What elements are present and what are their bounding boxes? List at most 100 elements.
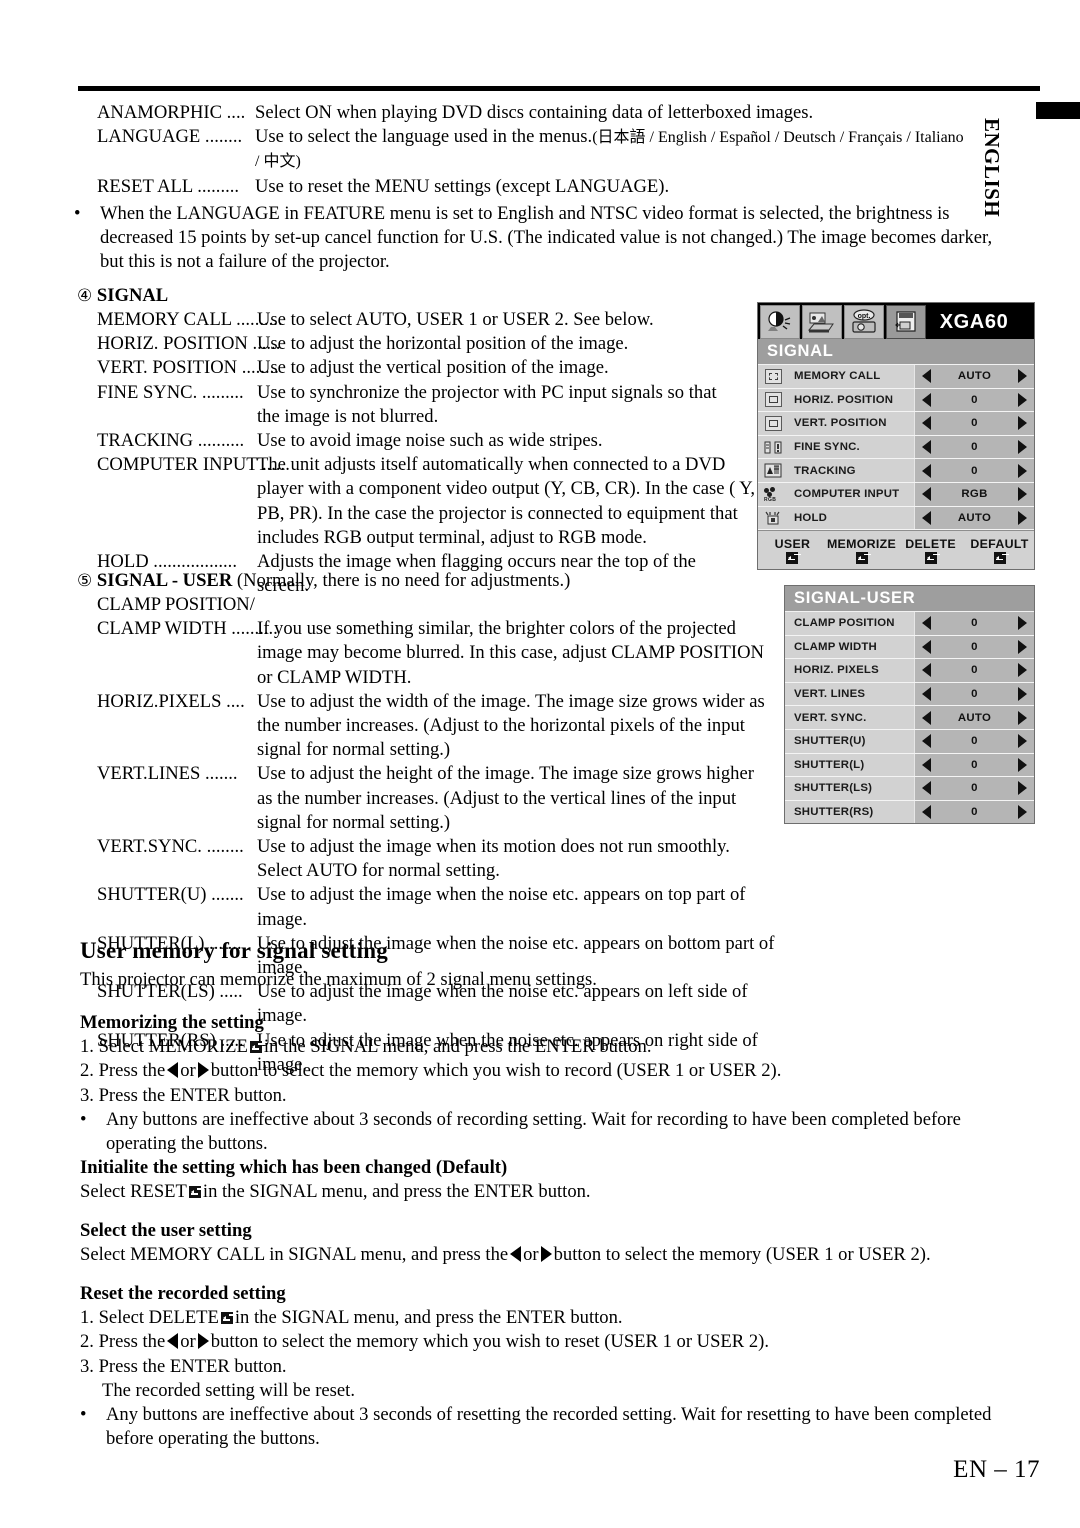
memorizing-note: • Any buttons are ineffective about 3 se… [80, 1108, 1040, 1132]
right-arrow-icon[interactable] [1017, 805, 1027, 820]
osd-button-user[interactable]: USER [758, 531, 827, 569]
osd-row-hold[interactable]: HOLD AUTO [758, 506, 1034, 531]
definition-term: SHUTTER(U) ....... [97, 884, 244, 906]
left-arrow-icon[interactable] [922, 663, 931, 678]
osd-row-value: 0 [971, 441, 978, 454]
left-arrow-icon[interactable] [922, 639, 931, 654]
right-arrow-icon[interactable] [1017, 510, 1027, 525]
osd-row-value-control[interactable]: 0 [914, 435, 1034, 459]
left-arrow-icon[interactable] [922, 757, 931, 772]
fine-sync-icon [758, 435, 788, 459]
section-title: SIGNAL - USER [96, 570, 233, 591]
osd-row-label: HOLD [788, 506, 914, 530]
osd-row-value-control[interactable]: RGB [914, 482, 1034, 506]
right-arrow-icon[interactable] [1017, 369, 1027, 384]
left-arrow-icon[interactable] [922, 463, 931, 478]
osd-row-value-control[interactable]: AUTO [914, 706, 1034, 729]
osd-row-vert-lines[interactable]: VERT. LINES 0 [785, 682, 1034, 707]
left-arrow-icon[interactable] [922, 710, 931, 725]
section-note: (Normally, there is no need for adjustme… [236, 570, 571, 591]
osd-row-shutter-l[interactable]: SHUTTER(L) 0 [785, 753, 1034, 778]
note-text: Any buttons are ineffective about 3 seco… [106, 1404, 992, 1426]
osd-button-default[interactable]: DEFAULT [965, 531, 1034, 569]
osd-row-value-control[interactable]: 0 [914, 635, 1034, 659]
osd-row-value-control[interactable]: 0 [914, 777, 1034, 800]
right-arrow-icon[interactable] [1017, 757, 1027, 772]
osd-row-horiz-position[interactable]: HORIZ. POSITION 0 [758, 388, 1034, 413]
right-arrow-icon[interactable] [1017, 463, 1027, 478]
right-arrow-icon[interactable] [1017, 710, 1027, 725]
osd-row-memory-call[interactable]: MEMORY CALL AUTO [758, 365, 1034, 389]
tab-signal[interactable] [886, 305, 926, 339]
osd-row-value-control[interactable]: 0 [914, 412, 1034, 435]
left-arrow-icon[interactable] [922, 416, 931, 431]
osd-row-fine-sync[interactable]: FINE SYNC. 0 [758, 435, 1034, 460]
osd-row-tracking[interactable]: TRACKING 0 [758, 459, 1034, 483]
select-user-line: Select MEMORY CALL in SIGNAL menu, and p… [80, 1243, 1065, 1267]
initialize-heading: Initialite the setting which has been ch… [80, 1157, 508, 1178]
left-arrow-icon[interactable] [922, 687, 931, 702]
left-arrow-icon[interactable] [922, 616, 931, 631]
left-arrow-icon[interactable] [922, 734, 931, 749]
left-arrow-icon[interactable] [922, 805, 931, 820]
tab-image-adjust[interactable] [760, 305, 800, 339]
osd-row-vert-position[interactable]: VERT. POSITION 0 [758, 412, 1034, 436]
osd-row-shutter-ls[interactable]: SHUTTER(LS) 0 [785, 777, 1034, 801]
definition-row: HORIZ. POSITION ...... Use to adjust the… [97, 332, 757, 356]
left-arrow-icon[interactable] [922, 487, 931, 502]
osd-row-clamp-position[interactable]: CLAMP POSITION 0 [785, 612, 1034, 636]
right-arrow-icon[interactable] [1017, 781, 1027, 796]
left-arrow-icon[interactable] [922, 369, 931, 384]
osd-row-shutter-u[interactable]: SHUTTER(U) 0 [785, 729, 1034, 754]
left-arrow-icon[interactable] [922, 440, 931, 455]
tab-option[interactable]: opt. [844, 305, 884, 339]
right-arrow-icon[interactable] [1017, 663, 1027, 678]
right-arrow-icon[interactable] [1017, 616, 1027, 631]
osd-signal-menu[interactable]: opt. XGA60 SIGNAL MEMORY CALL AUTO HORIZ… [757, 302, 1035, 571]
osd-row-value-control[interactable]: 0 [914, 729, 1034, 753]
tab-video[interactable] [802, 305, 842, 339]
definition-desc: Use to avoid image noise such as wide st… [257, 430, 603, 452]
osd-button-delete[interactable]: DELETE [896, 531, 965, 569]
osd-row-value-control[interactable]: 0 [914, 682, 1034, 706]
osd-row-clamp-width[interactable]: CLAMP WIDTH 0 [785, 635, 1034, 660]
definition-row: HORIZ.PIXELS .... Use to adjust the widt… [97, 690, 797, 714]
osd-row-value-control[interactable]: 0 [914, 388, 1034, 412]
osd-row-value-control[interactable]: AUTO [914, 506, 1034, 530]
definition-cont: the image is not blurred. [257, 405, 439, 427]
osd-row-value-control[interactable]: 0 [914, 753, 1034, 777]
definition-term: TRACKING .......... [97, 430, 245, 452]
right-arrow-icon[interactable] [1017, 416, 1027, 431]
osd-row-value-control[interactable]: 0 [914, 612, 1034, 635]
osd-row-value-control[interactable]: 0 [914, 800, 1034, 824]
osd-row-value-control[interactable]: AUTO [914, 365, 1034, 388]
osd-row-computer-input[interactable]: RGB COMPUTER INPUT RGB [758, 482, 1034, 507]
definition-term: RESET ALL ......... [97, 175, 240, 197]
right-arrow-icon[interactable] [1017, 440, 1027, 455]
right-arrow-icon[interactable] [1017, 392, 1027, 407]
right-arrow-icon[interactable] [1017, 639, 1027, 654]
osd-row-shutter-rs[interactable]: SHUTTER(RS) 0 [785, 800, 1034, 824]
right-arrow-icon[interactable] [1018, 487, 1027, 502]
osd-row-vert-sync[interactable]: VERT. SYNC. AUTO [785, 706, 1034, 730]
osd-row-label: SHUTTER(LS) [785, 777, 914, 800]
osd-signal-user-menu[interactable]: SIGNAL-USER CLAMP POSITION 0 CLAMP WIDTH… [784, 585, 1035, 825]
osd-row-value-control[interactable]: 0 [914, 659, 1034, 682]
definition-desc: Use to adjust the width of the image. Th… [257, 690, 765, 712]
step-text: in the SIGNAL menu, and press the ENTER … [234, 1307, 623, 1329]
right-arrow-icon[interactable] [1017, 687, 1027, 702]
left-arrow-icon[interactable] [922, 510, 931, 525]
osd-row-label: SHUTTER(L) [785, 753, 914, 777]
definition-desc: Use to select the language used in the m… [255, 126, 593, 148]
tracking-icon [758, 459, 788, 482]
definition-desc: Use to adjust the image when its motion … [257, 836, 730, 858]
left-arrow-icon[interactable] [922, 781, 931, 796]
osd-button-memorize[interactable]: MEMORIZE [827, 531, 896, 569]
osd-menu-title-band: SIGNAL-USER [785, 586, 1034, 612]
osd-row-horiz-pixels[interactable]: HORIZ. PIXELS 0 [785, 659, 1034, 683]
right-arrow-icon[interactable] [1017, 734, 1027, 749]
left-arrow-icon[interactable] [922, 392, 931, 407]
osd-row-value-control[interactable]: 0 [914, 459, 1034, 482]
enter-key-icon [993, 551, 1006, 564]
enter-key-icon [855, 551, 868, 564]
